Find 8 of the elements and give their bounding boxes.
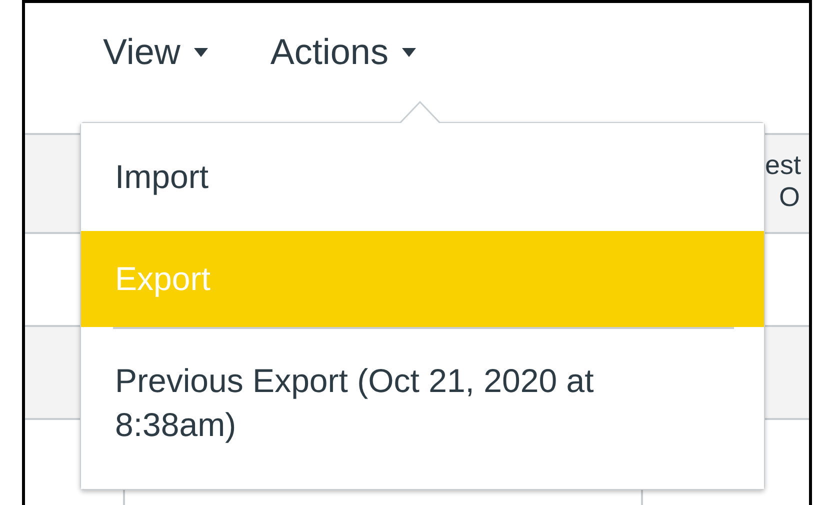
menu-item[interactable]: Import	[81, 123, 764, 231]
nav-menu-button[interactable]: View	[103, 31, 208, 73]
menu-item[interactable]: Previous Export (Oct 21, 2020 at 8:38am)	[81, 327, 764, 489]
column-header-text: O	[778, 181, 802, 213]
caret-icon	[194, 48, 208, 56]
caret-icon	[402, 48, 416, 56]
column-header-text: est	[765, 149, 802, 181]
nav-menu-button[interactable]: Actions	[270, 31, 416, 73]
